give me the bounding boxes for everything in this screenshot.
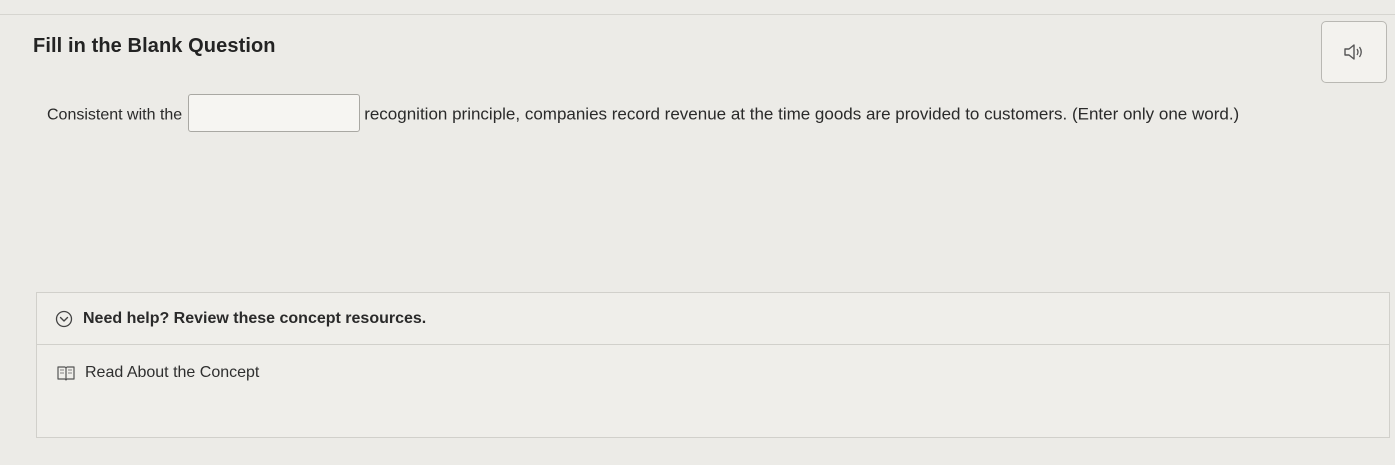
concept-resources-toggle[interactable]: Need help? Review these concept resource… bbox=[37, 293, 1389, 345]
question-body: Consistent with the recognition principle… bbox=[47, 94, 1337, 134]
question-text-after: recognition principle, companies record … bbox=[364, 104, 1240, 124]
question-title: Fill in the Blank Question bbox=[33, 35, 276, 57]
speaker-icon bbox=[1343, 42, 1365, 62]
chevron-down-circle-icon bbox=[55, 310, 73, 328]
read-about-concept-link[interactable]: Read About the Concept bbox=[37, 345, 1389, 401]
book-icon bbox=[57, 365, 75, 381]
answer-blank-input[interactable] bbox=[188, 94, 361, 132]
concept-resources-label: Need help? Review these concept resource… bbox=[83, 309, 427, 327]
question-page: Fill in the Blank Question Consistent wi… bbox=[0, 14, 1395, 465]
concept-resources-panel: Need help? Review these concept resource… bbox=[36, 292, 1390, 438]
read-about-concept-label: Read About the Concept bbox=[85, 364, 260, 381]
question-text-before: Consistent with the bbox=[47, 106, 183, 124]
read-aloud-button[interactable] bbox=[1321, 21, 1387, 83]
